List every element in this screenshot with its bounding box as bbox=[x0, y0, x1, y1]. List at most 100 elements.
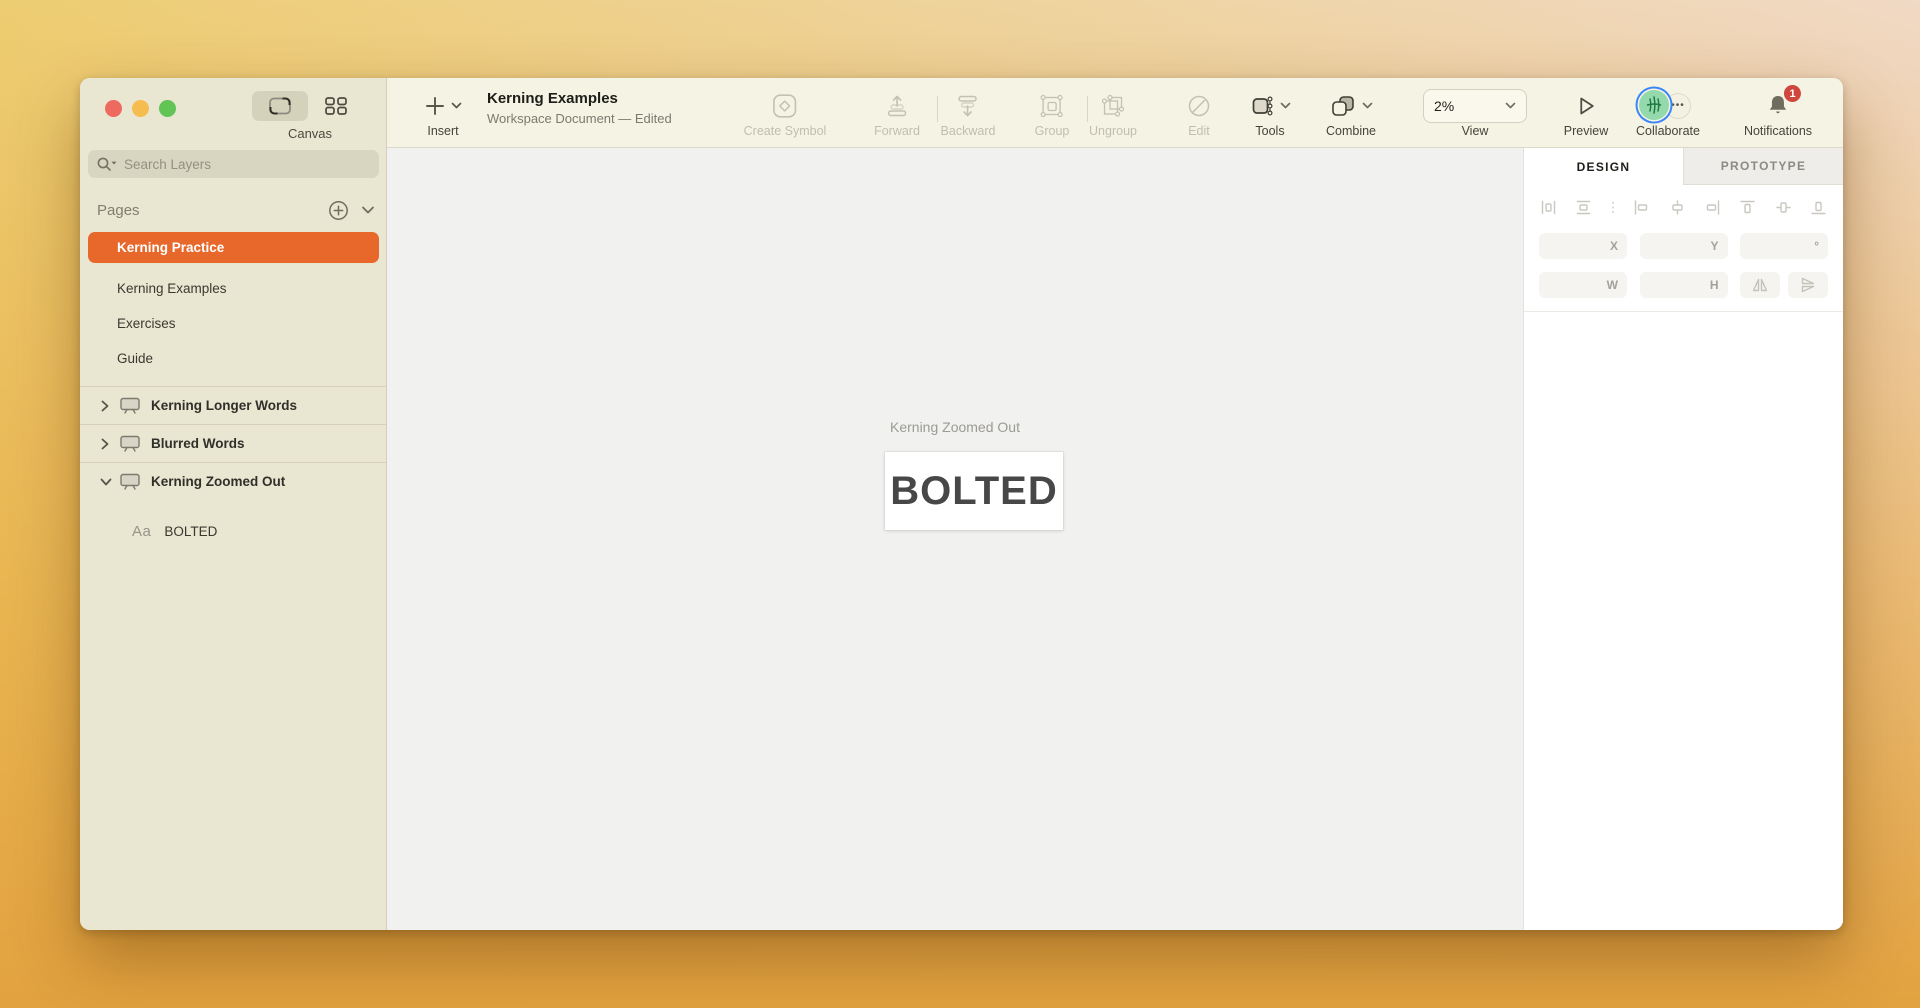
toolbar: Insert Kerning Examples Workspace Docume… bbox=[387, 78, 1843, 148]
tab-prototype[interactable]: PROTOTYPE bbox=[1683, 148, 1843, 185]
y-position-input[interactable] bbox=[1649, 239, 1707, 254]
rotation-input[interactable] bbox=[1749, 239, 1810, 254]
inspector-panel: DESIGN PROTOTYPE bbox=[1523, 148, 1843, 930]
rotation-field[interactable]: ° bbox=[1740, 233, 1828, 259]
collaborator-avatar[interactable] bbox=[1639, 90, 1669, 120]
create-symbol-label: Create Symbol bbox=[744, 124, 827, 138]
notifications-button[interactable]: 1 Notifications bbox=[1744, 87, 1812, 138]
close-window-button[interactable] bbox=[105, 100, 122, 117]
edit-button: Edit bbox=[1186, 87, 1212, 138]
tab-design[interactable]: DESIGN bbox=[1524, 148, 1683, 185]
alignment-separator-dots-icon bbox=[1611, 199, 1615, 216]
chevron-down-icon bbox=[451, 102, 462, 110]
backward-label: Backward bbox=[941, 124, 996, 138]
chevron-right-icon[interactable] bbox=[100, 400, 112, 412]
artboard-row-blurred-words[interactable]: Blurred Words bbox=[80, 424, 386, 462]
preview-button[interactable]: Preview bbox=[1564, 87, 1608, 138]
minimize-window-button[interactable] bbox=[132, 100, 149, 117]
zoom-level-value: 2% bbox=[1434, 98, 1454, 114]
tools-button[interactable]: Tools bbox=[1249, 87, 1291, 138]
insert-label: Insert bbox=[427, 124, 458, 138]
insert-button[interactable]: Insert bbox=[424, 87, 462, 138]
x-position-input[interactable] bbox=[1548, 239, 1606, 254]
components-view-button[interactable] bbox=[316, 91, 356, 121]
rotation-field-label: ° bbox=[1814, 239, 1819, 253]
create-symbol-button: Create Symbol bbox=[744, 87, 827, 138]
ungroup-button: Ungroup bbox=[1089, 87, 1137, 138]
desktop-background: { "titlebar": { "view_toggle_label": "Ca… bbox=[0, 0, 1920, 1008]
page-item-label: Guide bbox=[117, 351, 153, 366]
page-item-kerning-examples[interactable]: Kerning Examples bbox=[80, 271, 387, 306]
zoom-level-dropdown[interactable]: 2% bbox=[1423, 89, 1527, 123]
app-window: Canvas Pages Kerning Practice bbox=[80, 78, 1843, 930]
page-item-label: Exercises bbox=[117, 316, 176, 331]
distribute-vertically-icon[interactable] bbox=[1575, 199, 1592, 216]
align-right-icon[interactable] bbox=[1704, 199, 1721, 216]
collaborate-label: Collaborate bbox=[1636, 124, 1700, 138]
search-field[interactable] bbox=[88, 150, 379, 178]
canvas-view-button[interactable] bbox=[252, 91, 308, 121]
align-center-horizontally-icon[interactable] bbox=[1669, 199, 1686, 216]
artboard-row-kerning-zoomed-out[interactable]: Kerning Zoomed Out bbox=[80, 462, 386, 500]
height-field[interactable]: H bbox=[1640, 272, 1728, 298]
text-layer-icon: Aa bbox=[132, 523, 151, 540]
flip-horizontal-icon bbox=[1751, 276, 1769, 294]
add-page-button[interactable] bbox=[328, 200, 349, 221]
align-middle-vertically-icon[interactable] bbox=[1775, 199, 1792, 216]
combine-icon bbox=[1329, 93, 1357, 119]
edit-label: Edit bbox=[1188, 124, 1210, 138]
edit-icon bbox=[1186, 93, 1212, 119]
canvas-area[interactable]: Kerning Zoomed Out BOLTED bbox=[387, 148, 1523, 930]
combine-label: Combine bbox=[1326, 124, 1376, 138]
ungroup-icon bbox=[1100, 93, 1126, 119]
view-control: 2% View bbox=[1423, 87, 1527, 138]
artboard-label: Blurred Words bbox=[151, 436, 245, 451]
flip-horizontal-button[interactable] bbox=[1740, 272, 1780, 298]
chevron-down-icon bbox=[1505, 102, 1516, 110]
page-item-guide[interactable]: Guide bbox=[80, 341, 387, 376]
collapse-pages-button[interactable] bbox=[361, 205, 375, 215]
collaborate-button[interactable]: ••• Collaborate bbox=[1636, 87, 1700, 138]
width-field-label: W bbox=[1607, 278, 1618, 292]
page-item-label: Kerning Examples bbox=[117, 281, 227, 296]
forward-label: Forward bbox=[874, 124, 920, 138]
height-input[interactable] bbox=[1649, 278, 1706, 293]
page-item-exercises[interactable]: Exercises bbox=[80, 306, 387, 341]
distribute-horizontally-icon[interactable] bbox=[1540, 199, 1557, 216]
search-input[interactable] bbox=[124, 157, 371, 172]
align-top-icon[interactable] bbox=[1739, 199, 1756, 216]
move-forward-icon bbox=[884, 93, 910, 119]
chevron-right-icon[interactable] bbox=[100, 438, 112, 450]
artboard[interactable]: BOLTED bbox=[885, 452, 1063, 530]
combine-button[interactable]: Combine bbox=[1326, 87, 1376, 138]
x-position-field[interactable]: X bbox=[1539, 233, 1627, 259]
y-position-field[interactable]: Y bbox=[1640, 233, 1728, 259]
canvas-icon bbox=[267, 96, 293, 116]
align-left-icon[interactable] bbox=[1633, 199, 1650, 216]
align-bottom-icon[interactable] bbox=[1810, 199, 1827, 216]
artboard-label: Kerning Zoomed Out bbox=[151, 474, 285, 489]
fullscreen-window-button[interactable] bbox=[159, 100, 176, 117]
move-backward-button: Backward bbox=[941, 87, 996, 138]
flip-vertical-button[interactable] bbox=[1788, 272, 1828, 298]
group-button: Group bbox=[1035, 87, 1070, 138]
width-field[interactable]: W bbox=[1539, 272, 1627, 298]
plus-icon bbox=[424, 95, 446, 117]
chevron-down-icon[interactable] bbox=[100, 477, 112, 487]
artboard-row-kerning-longer-words[interactable]: Kerning Longer Words bbox=[80, 386, 386, 424]
chevron-down-icon bbox=[361, 205, 375, 215]
flip-vertical-icon bbox=[1799, 276, 1817, 294]
text-layer-row-bolted[interactable]: Aa BOLTED bbox=[80, 514, 386, 548]
pages-title: Pages bbox=[97, 202, 140, 219]
document-subtitle: Workspace Document — Edited bbox=[487, 111, 672, 126]
artboard-icon bbox=[119, 435, 141, 452]
artboard-text-layer[interactable]: BOLTED bbox=[890, 469, 1057, 514]
height-field-label: H bbox=[1710, 278, 1719, 292]
tools-label: Tools bbox=[1255, 124, 1284, 138]
width-input[interactable] bbox=[1548, 278, 1603, 293]
y-field-label: Y bbox=[1710, 239, 1718, 253]
page-item-kerning-practice[interactable]: Kerning Practice bbox=[88, 232, 379, 263]
artboard-title[interactable]: Kerning Zoomed Out bbox=[890, 419, 1020, 435]
toolbar-separator bbox=[1087, 96, 1088, 122]
pages-header: Pages bbox=[97, 198, 375, 222]
